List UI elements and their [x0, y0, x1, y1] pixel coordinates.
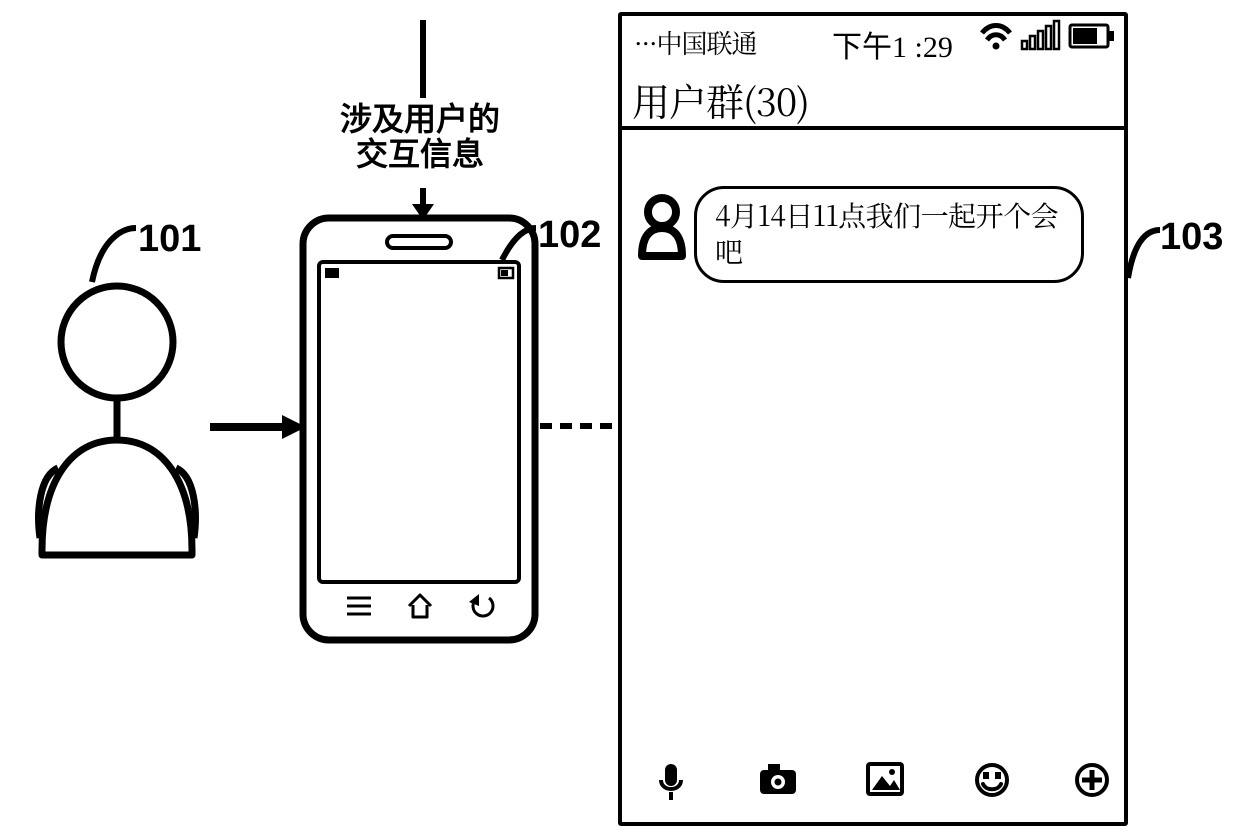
chat-screen: ···中国联通 下午1 :29 用户群(30)	[618, 12, 1128, 826]
header-divider	[620, 126, 1126, 130]
battery-icon	[1068, 21, 1116, 51]
emoji-icon[interactable]	[974, 762, 1010, 798]
add-icon[interactable]	[1074, 762, 1110, 798]
signal-bars-icon	[1022, 21, 1062, 51]
picture-icon[interactable]	[866, 762, 904, 796]
tag-103: 103	[1160, 216, 1223, 259]
small-phone	[299, 214, 539, 644]
sender-avatar-icon[interactable]	[632, 192, 692, 262]
arrow-right	[210, 412, 306, 442]
status-bar: ···中国联通 下午1 :29	[622, 16, 1124, 60]
group-title[interactable]: 用户群(30)	[632, 72, 809, 127]
tag-102: 102	[538, 214, 601, 257]
chat-toolbar	[622, 754, 1124, 810]
camera-icon[interactable]	[758, 762, 798, 796]
label-line2: 交互信息	[356, 136, 484, 172]
clock: 下午1 :29	[832, 22, 953, 66]
small-phone-nav	[299, 592, 539, 628]
user-figure	[22, 280, 212, 550]
tag-101: 101	[138, 218, 201, 261]
message-bubble[interactable]: 4月14日11点我们一起开个会吧	[694, 186, 1084, 283]
interaction-label: 涉及用户的 交互信息	[305, 102, 535, 172]
carrier-label: ···中国联通	[634, 24, 757, 61]
voice-icon[interactable]	[656, 762, 686, 802]
dashed-connector	[540, 416, 624, 436]
message-text: 4月14日11点我们一起开个会吧	[715, 195, 1058, 271]
wifi-icon	[978, 21, 1014, 51]
label-line1: 涉及用户的	[340, 101, 500, 137]
